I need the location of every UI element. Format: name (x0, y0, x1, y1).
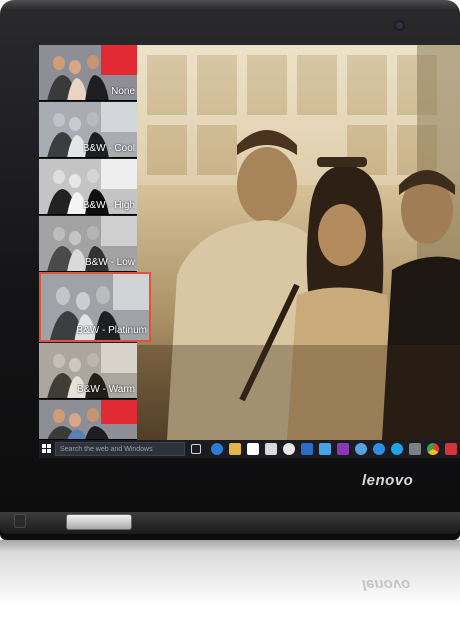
hinge (66, 514, 132, 530)
surface-reflection: lenovo (0, 540, 460, 634)
filter-label: B&W - Low (84, 257, 135, 268)
filter-bw-cool[interactable]: B&W - Cool (39, 102, 137, 158)
filter-strip: None B&W - Cool B&W - High B&W - Low B&W… (39, 45, 151, 440)
filter-label: None (111, 86, 135, 97)
search-input[interactable]: Search the web and Windows (55, 442, 185, 456)
laptop-device: None B&W - Cool B&W - High B&W - Low B&W… (0, 0, 460, 540)
logo-reflection: lenovo (362, 576, 411, 593)
filter-label: B&W - Warm (77, 384, 135, 395)
filter-bw-warm[interactable]: B&W - Warm (39, 343, 137, 399)
base-reflection (0, 540, 460, 552)
lenovo-app-icon[interactable] (445, 443, 457, 455)
sound-icon[interactable] (409, 443, 421, 455)
photos-icon[interactable] (319, 443, 331, 455)
main-photo (137, 45, 460, 440)
windows-start-icon[interactable] (42, 444, 52, 454)
chrome-icon[interactable] (427, 443, 439, 455)
search-placeholder: Search the web and Windows (60, 446, 153, 453)
webcam (396, 22, 403, 29)
weather-icon[interactable] (283, 443, 295, 455)
internet-explorer-icon[interactable] (373, 443, 385, 455)
skype-icon[interactable] (391, 443, 403, 455)
hinge-port (14, 514, 26, 528)
onenote-icon[interactable] (337, 443, 349, 455)
screen: None B&W - Cool B&W - High B&W - Low B&W… (39, 45, 460, 458)
outlook-icon[interactable] (301, 443, 313, 455)
filter-bw-low[interactable]: B&W - Low (39, 216, 137, 272)
taskbar: Search the web and Windows (39, 440, 460, 458)
filter-none[interactable]: None (39, 45, 137, 101)
filter-label: B&W - High (82, 200, 135, 211)
calculator-icon[interactable] (265, 443, 277, 455)
store-icon[interactable] (247, 443, 259, 455)
filter-label: B&W - Cool (82, 143, 135, 154)
task-view-icon[interactable] (191, 444, 201, 454)
file-explorer-icon[interactable] (229, 443, 241, 455)
bezel-highlight (0, 0, 460, 10)
filter-bw-high[interactable]: B&W - High (39, 159, 137, 215)
filter-color-partial[interactable] (39, 400, 137, 440)
lenovo-logo: lenovo (362, 472, 414, 489)
edge-icon[interactable] (211, 443, 223, 455)
filter-label: B&W - Platinum (76, 325, 147, 336)
people-icon[interactable] (355, 443, 367, 455)
filter-bw-platinum[interactable]: B&W - Platinum (39, 272, 151, 342)
